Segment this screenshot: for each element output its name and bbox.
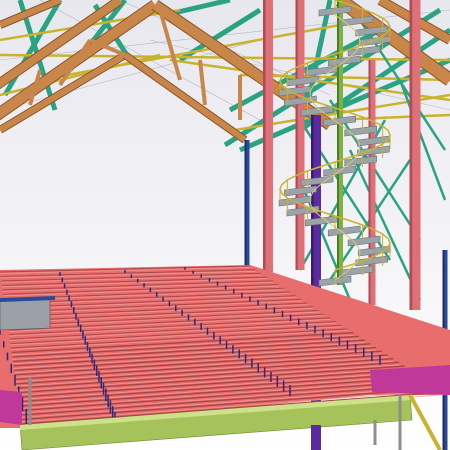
edge-beam-magenta [0, 390, 22, 425]
steel-structure-render [0, 0, 450, 450]
edge-beam-magenta [370, 365, 450, 395]
steel-column [311, 425, 321, 450]
steel-column-shade [295, 0, 298, 270]
3d-model-viewport[interactable] [0, 0, 450, 450]
steel-column-shade [244, 140, 247, 270]
steel-column-shade [337, 0, 339, 285]
steel-column-shade [409, 0, 413, 310]
steel-column-shade [263, 0, 266, 275]
grey-plate [0, 297, 51, 331]
